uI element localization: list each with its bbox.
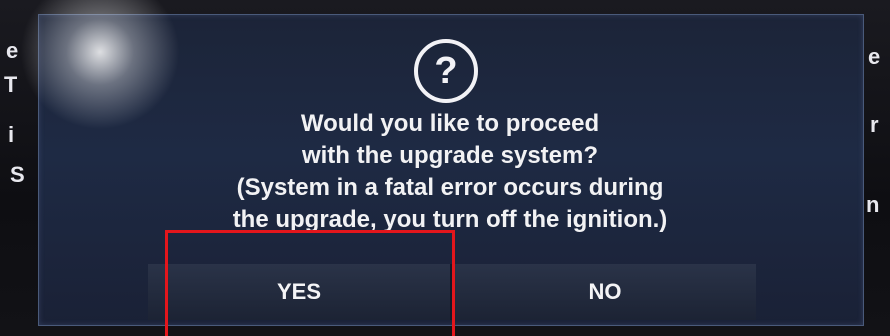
dialog-button-row: YES NO xyxy=(148,264,756,320)
message-line: with the upgrade system? xyxy=(301,142,599,169)
message-line: Would you like to proceed xyxy=(300,110,600,137)
background-text-fragment: i xyxy=(8,122,15,147)
background-text-fragment: r xyxy=(870,112,879,137)
dialog-message: Would you like to proceed with the upgra… xyxy=(120,108,780,236)
message-line: (System in a fatal error occurs during xyxy=(236,174,664,201)
yes-button[interactable]: YES xyxy=(148,264,450,320)
message-line: the upgrade, you turn off the ignition.) xyxy=(232,206,668,233)
infotainment-screen: e T i S e r n ? Would you like to procee… xyxy=(0,0,890,336)
background-text-fragment: e xyxy=(868,44,881,69)
question-mark-icon: ? xyxy=(414,39,478,103)
background-text-fragment: T xyxy=(4,72,18,97)
background-text-fragment: e xyxy=(6,38,19,63)
background-text-fragment: S xyxy=(10,162,25,187)
background-text-fragment: n xyxy=(866,192,880,217)
no-button[interactable]: NO xyxy=(450,264,756,320)
